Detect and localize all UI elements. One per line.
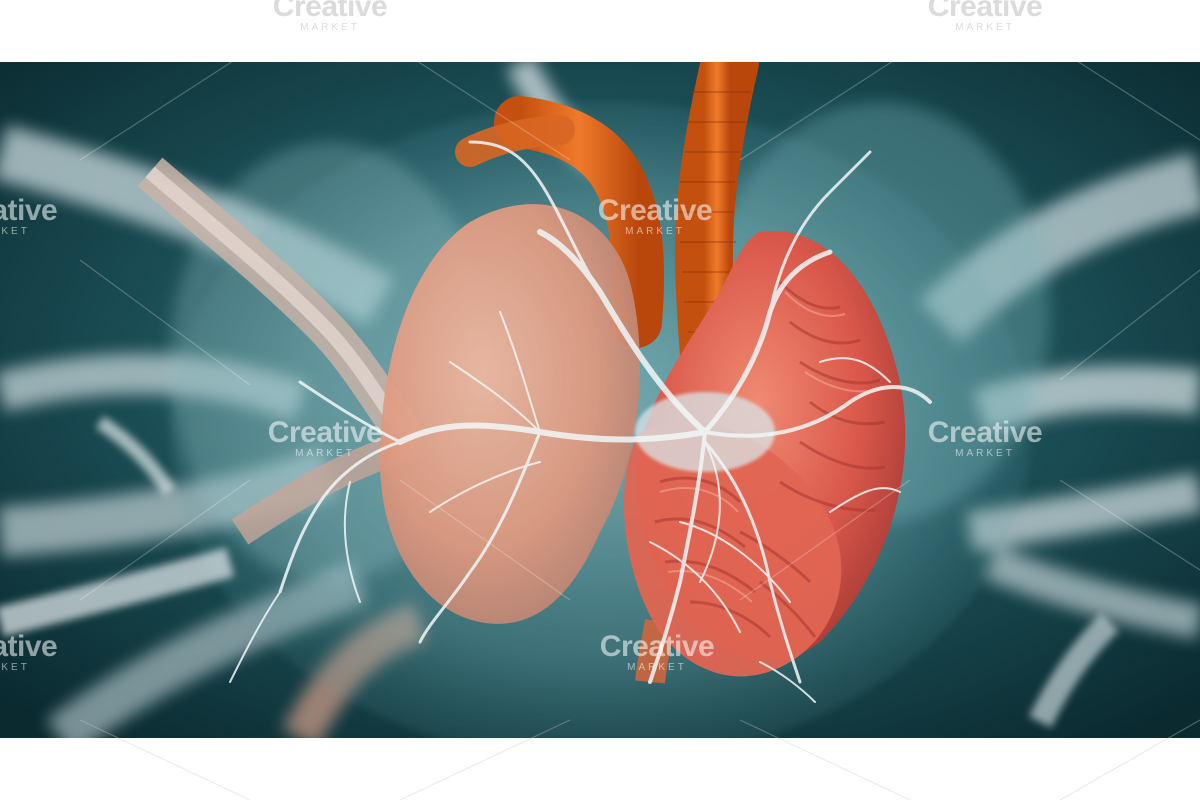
watermark-sub: MARKET xyxy=(955,22,1015,33)
watermark: Creative MARKET xyxy=(265,0,395,33)
watermark-brand: Creative xyxy=(272,0,388,23)
heart-render xyxy=(0,62,1200,738)
page: Creative MARKET Creative MARKET Creative… xyxy=(0,0,1200,800)
watermark: Creative MARKET xyxy=(920,0,1050,33)
heart-illustration xyxy=(0,62,1200,738)
watermark-brand: Creative xyxy=(927,0,1043,23)
watermark-sub: MARKET xyxy=(300,22,360,33)
